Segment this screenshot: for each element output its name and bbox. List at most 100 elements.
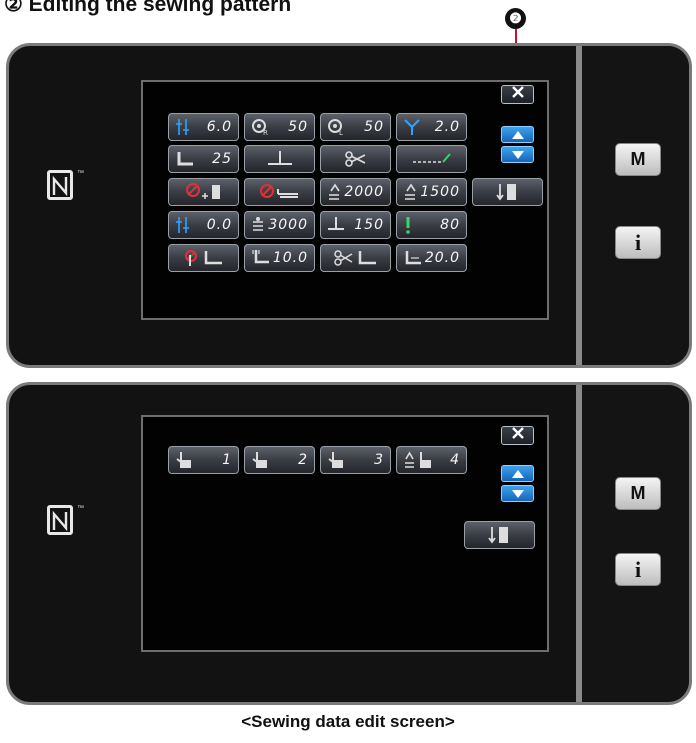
alert-icon (403, 216, 413, 234)
needle-down-button[interactable] (472, 178, 543, 206)
figure-caption: <Sewing data edit screen> (241, 712, 455, 731)
svg-text:L: L (339, 129, 343, 136)
custom-button-3-value: 3 (374, 452, 384, 468)
bobbin-left-value: 50 (364, 119, 384, 135)
nfc-icon (47, 170, 73, 200)
presser-foot-button[interactable]: 25 (168, 145, 239, 173)
lcd-screen-bottom: 1 2 3 4 (141, 415, 549, 652)
speed-high-value: 2000 (344, 184, 384, 200)
tension-adjust-button[interactable]: 0.0 (168, 211, 239, 239)
speed-low-icon (403, 183, 417, 201)
custom-button-2[interactable]: 2 (244, 446, 315, 474)
scroll-down-button[interactable] (501, 485, 534, 502)
presser-foot-icon (175, 150, 195, 168)
foot-lift-length-value: 20.0 (424, 250, 460, 266)
bobbin-right-icon: R (251, 118, 271, 136)
stitch-count-icon (251, 216, 265, 234)
foot-lift-disabled-icon (184, 249, 224, 267)
bobbin-right-button[interactable]: R 50 (244, 113, 315, 141)
scroll-down-button[interactable] (501, 146, 534, 163)
presser-foot-value: 25 (212, 151, 232, 167)
custom-button-1[interactable]: 1 (168, 446, 239, 474)
thread-tension-value: 6.0 (206, 119, 232, 135)
bobbin-left-icon: L (327, 118, 347, 136)
stitch-count-value: 3000 (268, 217, 308, 233)
hand-icon (327, 451, 345, 469)
speed-hand-icon (403, 451, 435, 469)
arrow-down-icon (511, 146, 524, 164)
needle-down-icon (495, 182, 520, 202)
needle-down-icon (487, 525, 512, 545)
arrow-up-icon (511, 126, 524, 144)
speed-low-button[interactable]: 1500 (396, 178, 467, 206)
nfc-trademark: ™ (77, 170, 84, 177)
thread-trim-button[interactable] (320, 145, 391, 173)
alert-value: 80 (440, 217, 460, 233)
presser-height-value: 2.0 (434, 119, 460, 135)
foot-lift-disabled-button[interactable] (168, 244, 239, 272)
close-icon (511, 426, 525, 445)
side-button-panel-top: M i (576, 46, 689, 365)
side-button-panel-bottom: M i (576, 385, 689, 702)
foot-lift-pitch-button[interactable]: 10.0 (244, 244, 315, 272)
tension-adjust-icon (175, 216, 191, 234)
foot-lift-pitch-icon (251, 249, 271, 267)
scissors-icon (344, 151, 367, 167)
custom-button-4-value: 4 (450, 452, 460, 468)
close-button[interactable] (501, 426, 534, 445)
speed-low-value: 1500 (420, 184, 460, 200)
needle-position-icon (266, 150, 294, 168)
custom-button-1-value: 1 (222, 452, 232, 468)
custom-button-3[interactable]: 3 (320, 446, 391, 474)
stitch-line-button[interactable] (396, 145, 467, 173)
cut-foot-icon (333, 249, 378, 267)
presser-height-button[interactable]: 2.0 (396, 113, 467, 141)
needle-position-button[interactable] (244, 145, 315, 173)
arrow-up-icon (511, 465, 524, 483)
foot-lift-length-button[interactable]: 20.0 (396, 244, 467, 272)
speed-cancel-button[interactable] (244, 178, 315, 206)
speed-high-icon (327, 183, 341, 201)
operation-panel-top: ™ 6.0 R 50 L 50 2.0 25 2000 1500 0.0 300… (6, 43, 692, 368)
menu-button[interactable]: M (615, 143, 661, 176)
foot-lift-length-icon (403, 249, 423, 267)
thread-tension-button[interactable]: 6.0 (168, 113, 239, 141)
hand-icon (251, 451, 269, 469)
scroll-up-button[interactable] (501, 126, 534, 143)
info-button[interactable]: i (615, 553, 661, 586)
nfc-icon (47, 505, 73, 535)
tension-adjust-value: 0.0 (206, 217, 232, 233)
needle-stop-value: 150 (354, 217, 384, 233)
info-button[interactable]: i (615, 226, 661, 259)
arrow-down-icon (511, 485, 524, 503)
presser-height-icon (403, 118, 421, 136)
thread-tension-icon (175, 118, 191, 136)
stitch-line-icon (412, 152, 452, 166)
alert-button[interactable]: 80 (396, 211, 467, 239)
scroll-up-button[interactable] (501, 465, 534, 482)
custom-button-2-value: 2 (298, 452, 308, 468)
cut-foot-button[interactable] (320, 244, 391, 272)
close-icon (511, 85, 525, 104)
custom-button-4[interactable]: 4 (396, 446, 467, 474)
speed-high-button[interactable]: 2000 (320, 178, 391, 206)
section-heading: ② Editing the sewing pattern (4, 0, 292, 16)
foot-lift-pitch-value: 10.0 (272, 250, 308, 266)
bobbin-right-value: 50 (288, 119, 308, 135)
speed-disabled-icon (184, 182, 224, 202)
speed-disabled-button[interactable] (168, 178, 239, 206)
lcd-screen-top: 6.0 R 50 L 50 2.0 25 2000 1500 0.0 3000 … (141, 80, 549, 320)
stitch-count-button[interactable]: 3000 (244, 211, 315, 239)
needle-stop-button[interactable]: 150 (320, 211, 391, 239)
callout-number: ❷ (505, 8, 526, 29)
operation-panel-bottom: ™ 1 2 3 4 M i (6, 382, 692, 705)
bobbin-left-button[interactable]: L 50 (320, 113, 391, 141)
close-button[interactable] (501, 85, 534, 104)
menu-button[interactable]: M (615, 477, 661, 510)
hand-icon (175, 451, 193, 469)
needle-stop-icon (327, 216, 345, 234)
speed-cancel-icon (258, 183, 302, 201)
svg-text:R: R (263, 129, 268, 136)
needle-down-button[interactable] (464, 521, 535, 549)
nfc-trademark: ™ (77, 505, 84, 512)
